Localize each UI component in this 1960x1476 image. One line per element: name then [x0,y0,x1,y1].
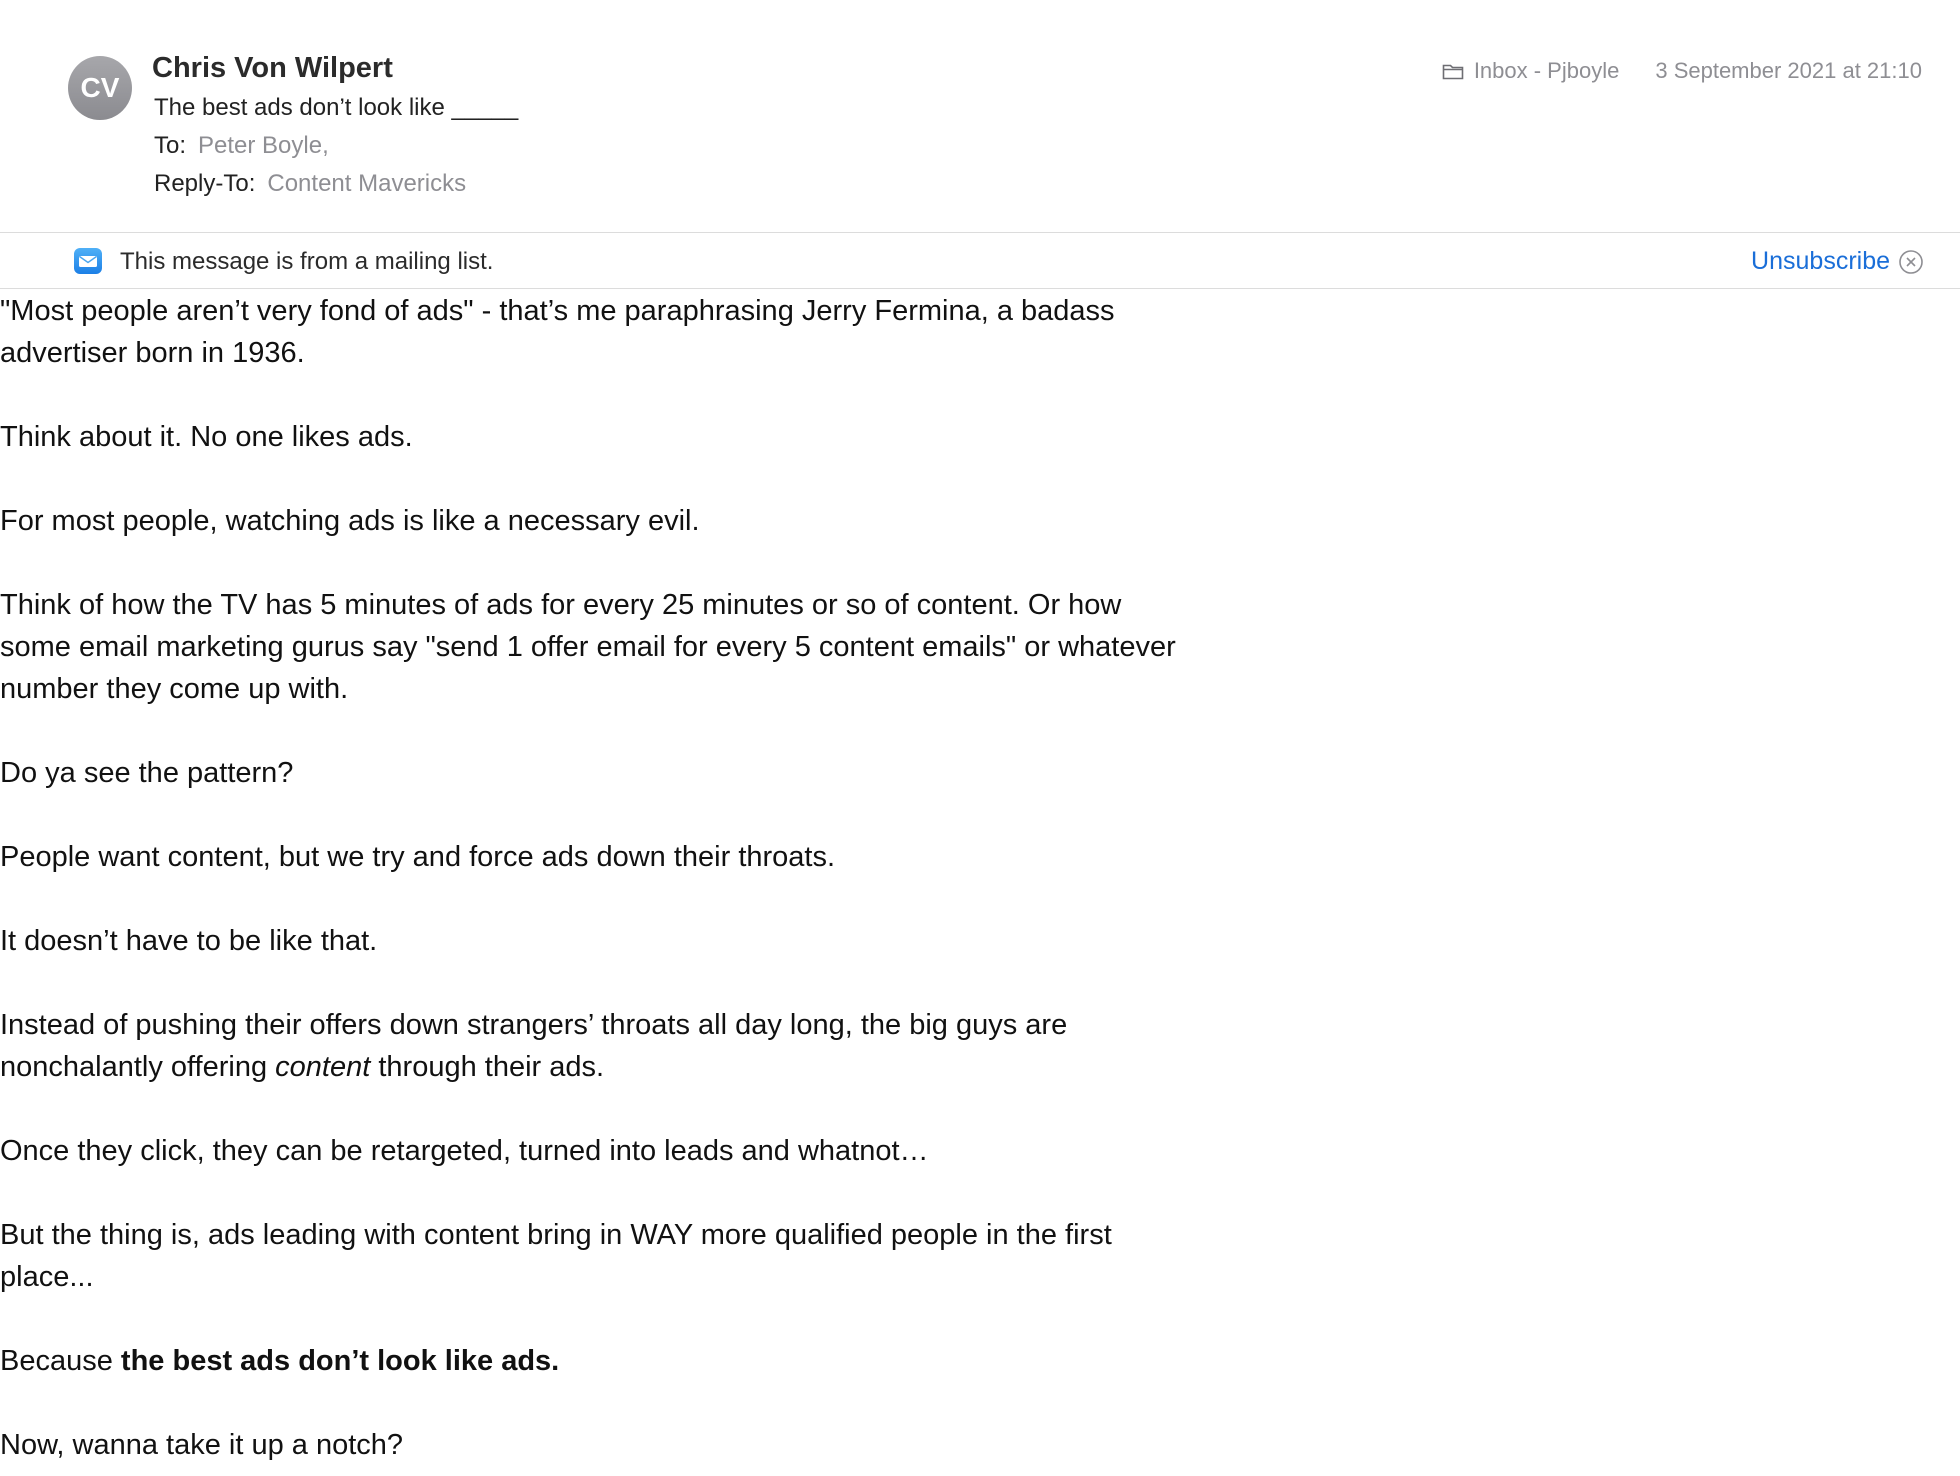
sender-name[interactable]: Chris Von Wilpert [152,52,393,85]
unsubscribe-button[interactable]: Unsubscribe [1751,247,1890,276]
body-text: through their ads. [370,1051,605,1083]
body-paragraph: But the thing is, ads leading with conte… [0,1219,1112,1293]
mail-icon [74,248,102,274]
body-emphasis: content [275,1051,371,1083]
body-paragraph: "Most people aren’t very fond of ads" - … [0,295,1115,369]
email-header: CV Chris Von Wilpert The best ads don’t … [0,0,1960,233]
to-label: To: [154,132,187,159]
email-viewer: CV Chris Von Wilpert The best ads don’t … [0,0,1960,1476]
body-text: Because [0,1345,121,1377]
body-paragraph: Because the best ads don’t look like ads… [0,1340,1180,1382]
body-paragraph: Do ya see the pattern? [0,757,294,789]
reply-to-line: Reply-To: Content Mavericks [154,170,466,198]
body-paragraph: Now, wanna take it up a notch? [0,1429,404,1461]
body-paragraph: For most people, watching ads is like a … [0,505,700,537]
email-date: 3 September 2021 at 21:10 [1655,58,1922,83]
mailing-list-banner: This message is from a mailing list. Uns… [0,232,1960,289]
banner-text: This message is from a mailing list. [120,248,494,275]
body-paragraph: Think of how the TV has 5 minutes of ads… [0,589,1176,705]
body-paragraph: Once they click, they can be retargeted,… [0,1135,929,1167]
reply-to-label: Reply-To: [154,170,256,197]
body-paragraph: Think about it. No one likes ads. [0,421,413,453]
to-line: To: Peter Boyle, [154,132,329,160]
avatar: CV [68,56,132,120]
to-recipient[interactable]: Peter Boyle, [198,132,329,159]
email-meta: Inbox - Pjboyle 3 September 2021 at 21:1… [1442,58,1922,84]
reply-to-address[interactable]: Content Mavericks [267,170,466,197]
body-paragraph: People want content, but we try and forc… [0,841,836,873]
close-circle-icon[interactable] [1898,249,1924,275]
body-paragraph: It doesn’t have to be like that. [0,925,378,957]
body-bold: the best ads don’t look like ads. [120,1345,560,1377]
email-subject: The best ads don’t look like _____ [154,94,519,121]
body-paragraph: Instead of pushing their offers down str… [0,1004,1180,1088]
folder-icon [1442,64,1464,80]
email-body: "Most people aren’t very fond of ads" - … [0,290,1180,1476]
mailbox-name[interactable]: Inbox - Pjboyle [1474,58,1620,84]
